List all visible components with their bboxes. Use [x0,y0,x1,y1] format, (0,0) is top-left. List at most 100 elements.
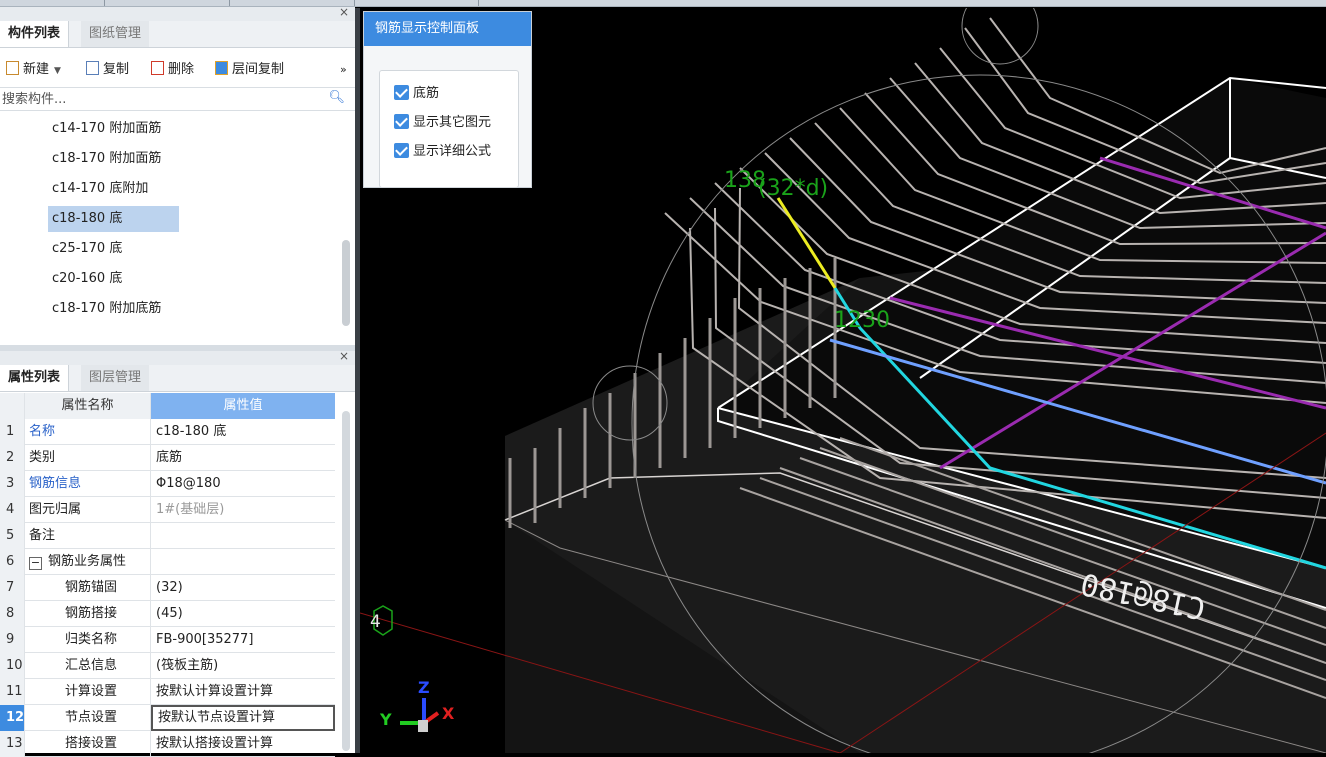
attr-value[interactable]: (筏板主筋) [151,653,335,679]
attr-value[interactable]: 底筋 [151,445,335,471]
attr-name: 图元归属 [25,497,151,523]
axis-gizmo-icon [400,698,440,732]
axis-x-label: X [442,704,455,723]
tab-layer-management[interactable]: 图层管理 [81,365,150,391]
component-toolbar: 新建 ▼ 复制 删除 层间复制 » [0,57,355,83]
attr-value[interactable]: 1#(基础层) [151,497,335,523]
attr-value[interactable] [151,549,335,575]
row-index: 2 [0,445,25,471]
bottom-rebar-checkbox[interactable]: 底筋 [394,84,439,104]
attr-value[interactable]: FB-900[35277] [151,627,335,653]
header-index [0,393,25,419]
header-attr-name: 属性名称 [25,393,151,419]
component-list-panel: × 构件列表 图纸管理 新建 ▼ 复制 删除 层间复制 » 🔍︎ c14-170 … [0,5,355,345]
show-detail-formula-checkbox[interactable]: 显示详细公式 [394,142,491,162]
new-file-icon [6,61,19,75]
panel-header: × [0,5,355,21]
component-list-scrollbar[interactable] [342,240,350,326]
dropdown-arrow-icon[interactable]: ▼ [54,66,61,76]
property-tabs: 属性列表 图层管理 [0,365,355,392]
checkbox-checked-icon [394,114,409,129]
control-options-box: 底筋 显示其它图元 显示详细公式 [379,70,519,188]
component-item-selected[interactable]: c18-180 底 [48,206,179,232]
property-row[interactable]: 3 钢筋信息 Φ18@180 [0,471,335,497]
tab-component-list[interactable]: 构件列表 [0,21,70,47]
delete-button[interactable]: 删除 [151,57,194,83]
property-row[interactable]: 6− 钢筋业务属性 [0,549,335,575]
floor-copy-icon [215,61,228,75]
tab-property-list[interactable]: 属性列表 [0,365,70,391]
property-row[interactable]: 1 名称 c18-180 底 [0,419,335,445]
property-row[interactable]: 9 归类名称 FB-900[35277] [0,627,335,653]
attr-name: 类别 [25,445,151,471]
attr-value[interactable]: 按默认搭接设置计算 [151,731,335,757]
property-row[interactable]: 2 类别 底筋 [0,445,335,471]
attr-value[interactable] [151,523,335,549]
rebar-display-control-panel: 钢筋显示控制面板 底筋 显示其它图元 显示详细公式 [363,11,532,188]
new-button[interactable]: 新建 ▼ [6,57,61,83]
attr-value[interactable]: (32) [151,575,335,601]
attr-name: − 钢筋业务属性 [25,549,151,575]
row-index: 3 [0,471,25,497]
search-icon[interactable]: 🔍︎ [328,90,345,105]
row-index: 4 [0,497,25,523]
row-index: 5 [0,523,25,549]
attr-name: 钢筋锚固 [25,575,151,601]
close-icon[interactable]: × [339,5,349,19]
component-item[interactable]: c14-170 底附加 [48,176,152,202]
floor-copy-button[interactable]: 层间复制 [215,57,284,83]
row-index: 1 [0,419,25,445]
delete-icon [151,61,164,75]
attr-value[interactable]: Φ18@180 [151,471,335,497]
copy-button[interactable]: 复制 [86,57,129,83]
property-list-scrollbar[interactable] [342,411,350,751]
collapse-toggle-icon[interactable]: − [29,557,42,570]
attr-value[interactable]: 按默认节点设置计算 [151,705,335,731]
close-icon[interactable]: × [339,349,349,363]
property-row[interactable]: 8 钢筋搭接 (45) [0,601,335,627]
show-other-elements-checkbox[interactable]: 显示其它图元 [394,113,491,133]
attr-name: 钢筋信息 [25,471,151,497]
checkbox-checked-icon [394,143,409,158]
row-index: 13 [0,731,25,757]
component-item[interactable]: c18-170 附加面筋 [48,146,165,172]
component-item[interactable]: c20-160 底 [48,266,126,292]
option-label: 显示其它图元 [413,115,492,130]
component-item[interactable]: c14-170 附加面筋 [48,116,165,142]
attr-name: 节点设置 [25,705,151,731]
attr-name: 归类名称 [25,627,151,653]
top-strip [0,0,1326,7]
row-index: 11 [0,679,25,705]
property-row[interactable]: 7 钢筋锚固 (32) [0,575,335,601]
property-row[interactable]: 5 备注 [0,523,335,549]
attr-name: 名称 [25,419,151,445]
row-index: 7 [0,575,25,601]
tab-drawing-management[interactable]: 图纸管理 [81,21,150,47]
row-index: 12 [0,705,25,731]
attr-value[interactable]: (45) [151,601,335,627]
option-label: 底筋 [413,86,440,101]
grid-axis-label: 4 [370,612,381,632]
copy-label: 复制 [103,62,130,77]
attr-name-text: 钢筋业务属性 [48,554,127,569]
checkbox-checked-icon [394,85,409,100]
attr-value[interactable]: c18-180 底 [151,419,335,445]
delete-label: 删除 [168,62,195,77]
panel-header: × [0,349,355,365]
attr-name: 钢筋搭接 [25,601,151,627]
property-row[interactable]: 13 搭接设置 按默认搭接设置计算 [0,731,335,757]
floor-copy-label: 层间复制 [232,62,285,77]
attr-name: 备注 [25,523,151,549]
attr-value[interactable]: 按默认计算设置计算 [151,679,335,705]
dimension-formula: (32*d) [758,176,829,201]
more-tools-icon[interactable]: » [340,57,347,83]
property-row[interactable]: 12 节点设置 按默认节点设置计算 [0,705,335,731]
component-item[interactable]: c18-170 附加底筋 [48,296,165,322]
search-input[interactable] [0,88,324,110]
property-row[interactable]: 11 计算设置 按默认计算设置计算 [0,679,335,705]
component-item[interactable]: c25-170 底 [48,236,126,262]
attr-name: 搭接设置 [25,731,151,757]
property-table-header: 属性名称 属性值 [0,393,335,419]
property-row[interactable]: 4 图元归属 1#(基础层) [0,497,335,523]
property-row[interactable]: 10 汇总信息 (筏板主筋) [0,653,335,679]
